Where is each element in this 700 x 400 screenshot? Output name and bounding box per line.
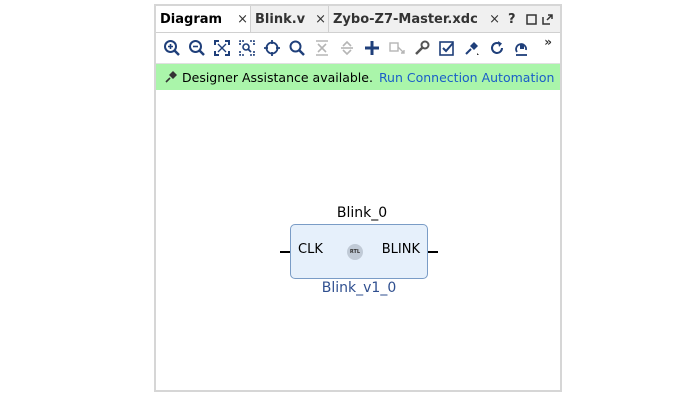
tab-label: Blink.v (255, 11, 306, 27)
zoom-out-icon[interactable] (187, 38, 207, 58)
rtl-badge-icon: RTL (347, 244, 363, 260)
designer-assistance-banner: Designer Assistance available. Run Conne… (156, 64, 560, 90)
close-icon[interactable]: × (237, 12, 248, 27)
fit-full-icon[interactable] (212, 38, 232, 58)
tab-xdc[interactable]: Zybo-Z7-Master.xdc × (328, 6, 502, 32)
close-icon[interactable]: × (489, 12, 500, 27)
restore-icon[interactable] (526, 6, 537, 32)
instance-name: Blink_0 (336, 205, 388, 221)
expand-icon (337, 38, 357, 58)
tab-diagram[interactable]: Diagram × (156, 6, 250, 32)
close-icon[interactable]: × (315, 12, 326, 27)
blink-port-pin[interactable] (428, 251, 438, 253)
add-ip-icon[interactable] (362, 38, 382, 58)
run-connection-automation-link[interactable]: Run Connection Automation (379, 70, 554, 85)
output-port-label: BLINK (381, 242, 420, 257)
regenerate-layout-icon[interactable] (512, 38, 532, 58)
crosshair-icon[interactable] (262, 38, 282, 58)
tab-label: Diagram (160, 11, 223, 27)
collapse-icon (312, 38, 332, 58)
toolbar: » (156, 33, 560, 64)
diagram-canvas[interactable]: Blink_0 CLK RTL BLINK Blink_v1_0 (156, 91, 560, 390)
help-icon[interactable]: ? (508, 6, 516, 32)
wrench-icon[interactable] (412, 38, 432, 58)
input-port-label: CLK (298, 242, 323, 257)
fit-selection-icon[interactable] (237, 38, 257, 58)
banner-text: Designer Assistance available. (182, 69, 373, 85)
make-external-icon (387, 38, 407, 58)
tab-bar: Diagram × Blink.v × Zybo-Z7-Master.xdc ×… (156, 6, 560, 33)
float-icon[interactable] (542, 6, 553, 32)
tab-blink-v[interactable]: Blink.v × (250, 6, 328, 32)
search-icon[interactable] (287, 38, 307, 58)
pin-icon (165, 71, 177, 83)
pin-icon[interactable] (462, 38, 482, 58)
diagram-panel: Diagram × Blink.v × Zybo-Z7-Master.xdc ×… (154, 4, 562, 392)
zoom-in-icon[interactable] (162, 38, 182, 58)
ip-block[interactable]: CLK RTL BLINK (290, 224, 428, 279)
more-icon[interactable]: » (544, 35, 552, 49)
clk-port-pin[interactable] (280, 251, 290, 253)
ip-name: Blink_v1_0 (321, 280, 397, 296)
validate-icon[interactable] (437, 38, 457, 58)
tab-label: Zybo-Z7-Master.xdc (333, 11, 478, 27)
refresh-icon[interactable] (487, 38, 507, 58)
